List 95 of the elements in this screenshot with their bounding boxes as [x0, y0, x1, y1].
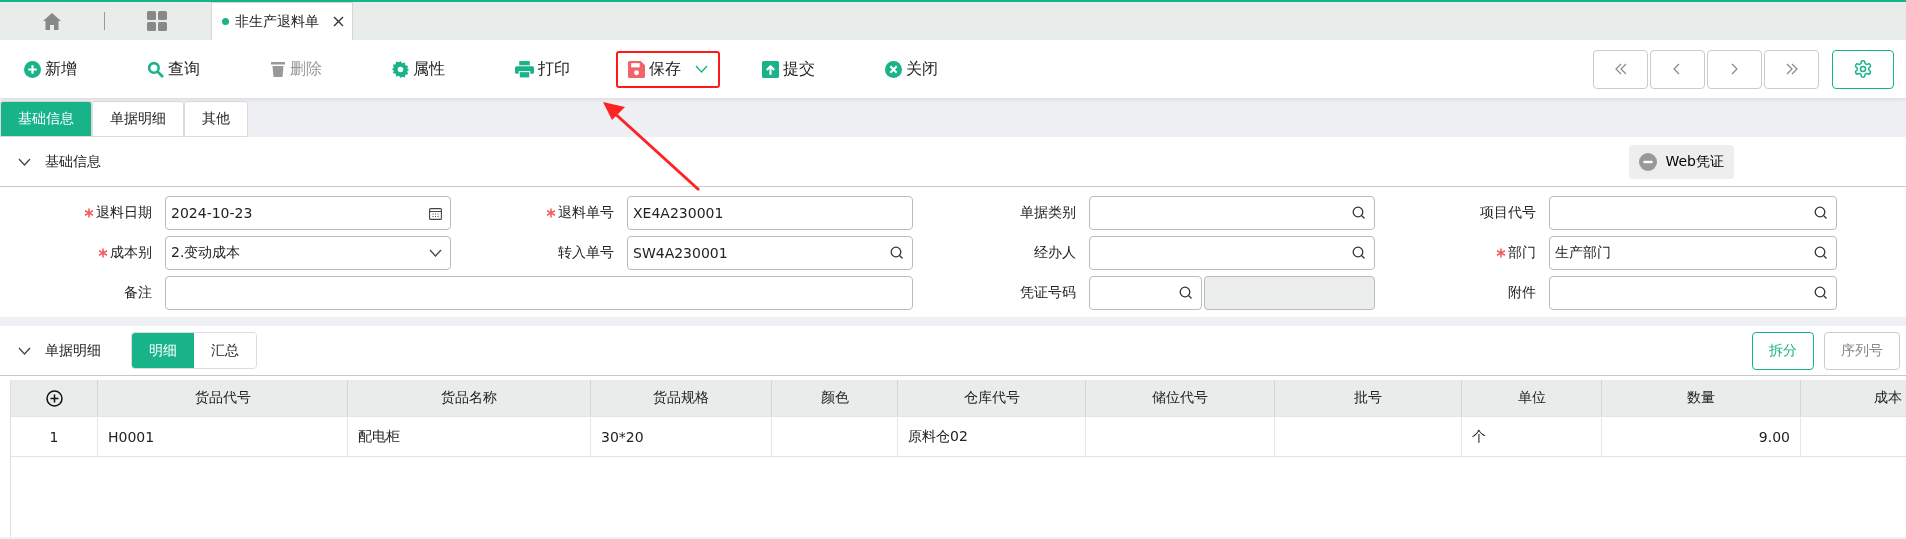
lookup-field[interactable] [1089, 236, 1375, 270]
select-field[interactable]: 2.变动成本 [165, 236, 451, 270]
close-icon [885, 60, 902, 78]
settings-icon [1853, 59, 1873, 79]
field-label: 备注 [124, 284, 153, 302]
search-icon[interactable] [1814, 286, 1828, 300]
required-asterisk-icon [98, 248, 108, 258]
tab-label: 非生产退料单 [235, 12, 319, 31]
toolbar-button[interactable]: 关闭 [873, 50, 950, 88]
last-page-icon [1784, 63, 1799, 75]
search-icon[interactable] [890, 246, 904, 260]
calendar-icon[interactable] [429, 206, 442, 220]
toolbar-button[interactable]: 提交 [750, 50, 827, 88]
table-cell: H0001 [98, 417, 348, 456]
required-asterisk-icon [546, 208, 556, 218]
field-value: 生产部门 [1555, 244, 1612, 262]
section-title: 基础信息 [45, 152, 101, 171]
printer-icon [515, 60, 534, 78]
field-value: SW4A230001 [633, 245, 729, 261]
column-header[interactable]: 成本 [1801, 380, 1906, 416]
search-icon[interactable] [1352, 246, 1366, 260]
chevron-icon[interactable] [18, 346, 31, 355]
column-header[interactable]: 批号 [1275, 380, 1462, 416]
field-value: 2024-10-23 [171, 205, 254, 221]
date-field[interactable]: 2024-10-23 [165, 196, 451, 230]
column-header[interactable]: 货品代号 [98, 380, 348, 416]
toolbar-button[interactable]: 打印 [503, 50, 582, 88]
lookup-field[interactable] [1089, 276, 1202, 310]
lookup-field[interactable] [1549, 276, 1837, 310]
section-tab[interactable]: 单据明细 [92, 101, 184, 137]
field-label: 转入单号 [558, 244, 615, 262]
field-label: 退料单号 [546, 204, 622, 222]
required-asterisk-icon [1496, 248, 1506, 258]
section-tab[interactable]: 其他 [184, 101, 248, 137]
search-icon[interactable] [1179, 286, 1193, 300]
required-asterisk-icon [84, 208, 94, 218]
status-dot [222, 18, 229, 25]
pager-button[interactable] [1764, 49, 1819, 89]
field-label: 成本别 [98, 244, 160, 262]
column-header[interactable]: 货品规格 [591, 380, 772, 416]
search-icon [147, 60, 164, 78]
table-cell: 个 [1462, 417, 1602, 456]
toolbar-button[interactable]: 保存 [616, 50, 720, 88]
search-icon[interactable] [1814, 246, 1828, 260]
lookup-field[interactable] [1549, 196, 1837, 230]
add-row-icon[interactable] [45, 389, 63, 407]
column-header[interactable]: 仓库代号 [898, 380, 1086, 416]
column-header[interactable]: 数量 [1602, 380, 1801, 416]
add-icon [24, 60, 41, 78]
field-label: 单据类别 [1020, 204, 1077, 222]
search-icon[interactable] [1814, 206, 1828, 220]
field-label: 退料日期 [84, 204, 160, 222]
table-cell: 配电柜 [348, 417, 591, 456]
lookup-field[interactable]: SW4A230001 [627, 236, 913, 270]
table-cell: 9.00 [1602, 417, 1801, 456]
chevron-down-icon[interactable] [429, 249, 442, 257]
gear-icon [392, 60, 409, 78]
field-value: 2.变动成本 [171, 244, 242, 262]
toolbar-button[interactable]: 新增 [12, 50, 89, 88]
pager-button[interactable] [1593, 49, 1648, 89]
chevron-icon[interactable] [18, 157, 31, 166]
column-header[interactable]: 颜色 [772, 380, 898, 416]
web-voucher-button[interactable]: Web凭证 [1629, 144, 1734, 179]
caret-icon[interactable] [695, 65, 708, 73]
first-page-icon [1613, 63, 1628, 75]
minus-circle-icon [1639, 152, 1658, 171]
field-label: 附件 [1508, 284, 1537, 302]
column-header[interactable]: 单位 [1462, 380, 1602, 416]
close-icon[interactable] [333, 16, 344, 27]
section-title: 单据明细 [45, 341, 101, 360]
table-cell: 原料仓02 [898, 417, 1086, 456]
trash-icon [270, 60, 286, 78]
pager-button[interactable] [1707, 49, 1762, 89]
field-label: 部门 [1496, 244, 1544, 262]
field-label: 凭证号码 [1020, 284, 1077, 302]
document-tab[interactable]: 非生产退料单 [211, 2, 353, 40]
input-field[interactable]: XE4A230001 [627, 196, 913, 230]
home-icon[interactable] [43, 12, 61, 30]
toolbar-button[interactable]: 查询 [135, 50, 212, 88]
input-field[interactable] [165, 276, 913, 310]
pager-button[interactable] [1650, 49, 1705, 89]
field-label: 经办人 [1034, 244, 1077, 262]
grid-icon[interactable] [147, 11, 167, 31]
field-label: 项目代号 [1480, 204, 1537, 222]
column-header[interactable]: 货品名称 [348, 380, 591, 416]
settings-button[interactable] [1832, 49, 1894, 89]
table-cell: 1 [11, 417, 98, 456]
table-cell: 30*20 [591, 417, 772, 456]
column-header[interactable]: 储位代号 [1086, 380, 1275, 416]
search-icon[interactable] [1352, 206, 1366, 220]
lookup-field[interactable]: 生产部门 [1549, 236, 1837, 270]
lookup-field[interactable] [1089, 196, 1375, 230]
toolbar-button[interactable]: 属性 [380, 50, 457, 88]
field-value: XE4A230001 [633, 205, 725, 221]
upload-icon [762, 60, 779, 78]
